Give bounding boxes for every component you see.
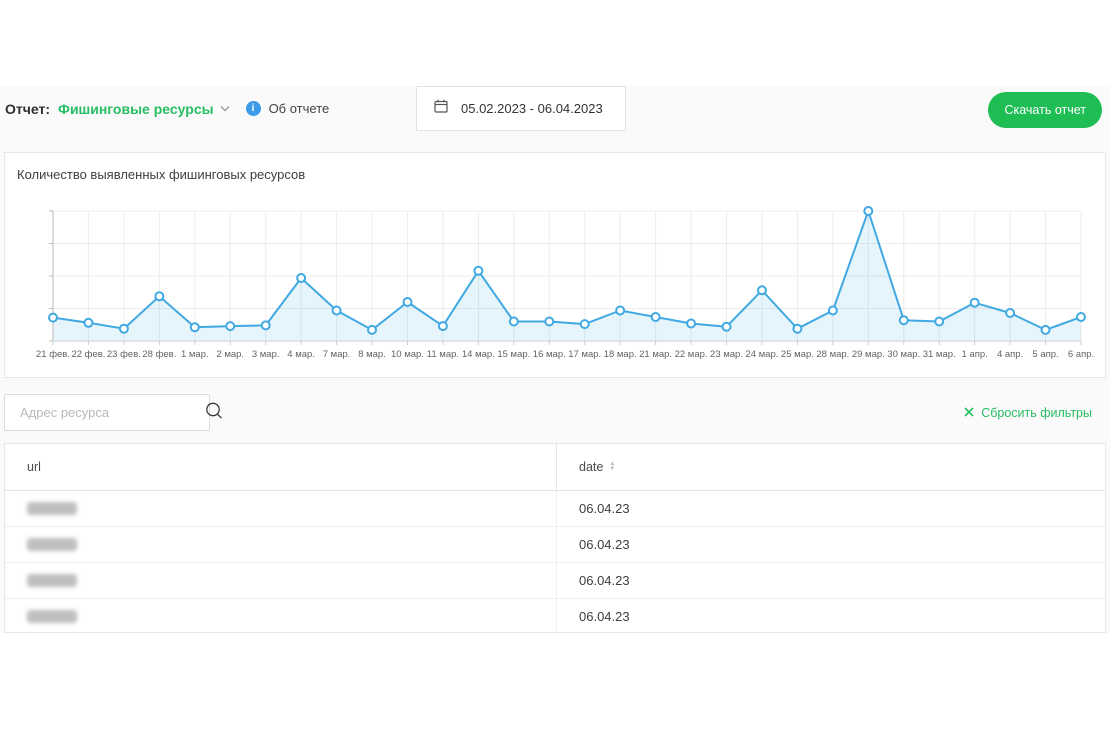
svg-text:15 мар.: 15 мар. xyxy=(497,349,530,360)
svg-text:31 мар.: 31 мар. xyxy=(923,349,956,360)
date-range-value: 05.02.2023 - 06.04.2023 xyxy=(461,101,603,116)
close-icon xyxy=(964,404,974,422)
redacted-url xyxy=(27,502,77,515)
table-body: 06.04.23 06.04.23 06.04.23 06.04.23 xyxy=(5,491,1105,633)
redacted-url xyxy=(27,574,77,587)
svg-text:17 мар.: 17 мар. xyxy=(568,349,601,360)
reset-filters-link[interactable]: Сбросить фильтры xyxy=(964,404,1092,422)
svg-text:21 фев.: 21 фев. xyxy=(36,349,70,360)
table-row: 06.04.23 xyxy=(5,599,1105,633)
svg-text:2 мар.: 2 мар. xyxy=(216,349,244,360)
svg-text:28 фев.: 28 фев. xyxy=(142,349,176,360)
phishing-chart-card: Количество выявленных фишинговых ресурсо… xyxy=(4,152,1106,378)
column-header-date[interactable]: date ▲▼ xyxy=(556,444,1105,490)
svg-text:4 апр.: 4 апр. xyxy=(997,349,1023,360)
resource-search-box xyxy=(4,394,210,431)
report-type-dropdown[interactable]: Фишинговые ресурсы xyxy=(58,101,230,117)
svg-text:10 мар.: 10 мар. xyxy=(391,349,424,360)
date-range-picker[interactable]: 05.02.2023 - 06.04.2023 xyxy=(416,86,626,131)
date-cell: 06.04.23 xyxy=(556,599,1105,633)
svg-text:16 мар.: 16 мар. xyxy=(533,349,566,360)
url-cell xyxy=(5,491,556,526)
svg-text:4 мар.: 4 мар. xyxy=(287,349,315,360)
chevron-down-icon xyxy=(220,105,230,112)
column-header-date-label: date xyxy=(579,460,603,474)
sort-icon: ▲▼ xyxy=(609,462,615,472)
svg-text:23 мар.: 23 мар. xyxy=(710,349,743,360)
calendar-icon xyxy=(434,99,448,118)
chart-title: Количество выявленных фишинговых ресурсо… xyxy=(17,167,305,182)
report-label: Отчет: xyxy=(5,101,50,117)
url-cell xyxy=(5,563,556,598)
results-table: url date ▲▼ 06.04.23 06.04.23 06.04.23 0… xyxy=(4,443,1106,633)
svg-text:3 мар.: 3 мар. xyxy=(252,349,280,360)
url-cell xyxy=(5,599,556,633)
search-icon xyxy=(204,401,224,424)
redacted-url xyxy=(27,538,77,551)
svg-text:23 фев.: 23 фев. xyxy=(107,349,141,360)
download-report-button[interactable]: Скачать отчет xyxy=(988,92,1102,128)
search-button[interactable] xyxy=(204,395,224,430)
svg-text:18 мар.: 18 мар. xyxy=(604,349,637,360)
date-cell: 06.04.23 xyxy=(556,563,1105,598)
svg-text:28 мар.: 28 мар. xyxy=(816,349,849,360)
svg-text:7 мар.: 7 мар. xyxy=(323,349,351,360)
table-row: 06.04.23 xyxy=(5,491,1105,527)
date-cell: 06.04.23 xyxy=(556,527,1105,562)
report-type-value: Фишинговые ресурсы xyxy=(58,101,214,117)
table-header-row: url date ▲▼ xyxy=(5,444,1105,491)
url-cell xyxy=(5,527,556,562)
svg-text:14 мар.: 14 мар. xyxy=(462,349,495,360)
svg-text:24 мар.: 24 мар. xyxy=(745,349,778,360)
svg-text:22 фев.: 22 фев. xyxy=(71,349,105,360)
svg-text:22 мар.: 22 мар. xyxy=(675,349,708,360)
about-report-link[interactable]: i Об отчете xyxy=(246,101,330,116)
column-header-url: url xyxy=(5,460,556,474)
svg-text:29 мар.: 29 мар. xyxy=(852,349,885,360)
about-report-label: Об отчете xyxy=(269,101,330,116)
phishing-line-chart: 21 фев.22 фев.23 фев.28 фев. 1 мар. 2 мар.… xyxy=(5,197,1107,375)
reset-filters-label: Сбросить фильтры xyxy=(981,406,1092,420)
svg-text:6 апр.: 6 апр. xyxy=(1068,349,1094,360)
report-header: Отчет: Фишинговые ресурсы i Об отчете 05… xyxy=(0,86,1110,131)
info-icon: i xyxy=(246,101,261,116)
table-row: 06.04.23 xyxy=(5,563,1105,599)
svg-text:21 мар.: 21 мар. xyxy=(639,349,672,360)
svg-text:8 мар.: 8 мар. xyxy=(358,349,386,360)
table-row: 06.04.23 xyxy=(5,527,1105,563)
svg-text:5 апр.: 5 апр. xyxy=(1032,349,1058,360)
svg-text:11 мар.: 11 мар. xyxy=(427,349,459,360)
svg-text:25 мар.: 25 мар. xyxy=(781,349,814,360)
date-cell: 06.04.23 xyxy=(556,491,1105,526)
redacted-url xyxy=(27,610,77,623)
svg-text:1 апр.: 1 апр. xyxy=(962,349,988,360)
svg-text:30 мар.: 30 мар. xyxy=(887,349,920,360)
svg-text:1 мар.: 1 мар. xyxy=(181,349,209,360)
resource-address-input[interactable] xyxy=(5,405,204,420)
